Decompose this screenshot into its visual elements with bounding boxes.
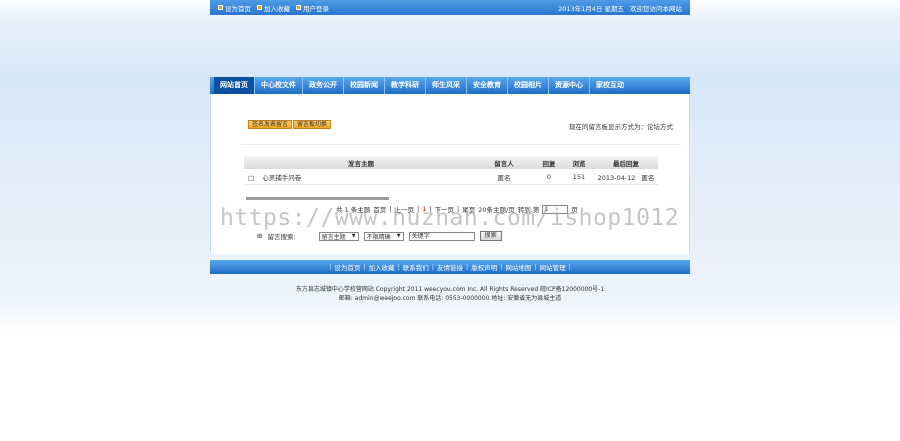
search-label: 留言搜索:: [267, 233, 296, 241]
footer-link-copyright[interactable]: 版权声明: [471, 262, 497, 272]
nav-item-resources[interactable]: 资源中心: [549, 77, 590, 94]
footer-link-contact[interactable]: 联系我们: [403, 262, 429, 272]
col-topic: 发言主题: [348, 159, 374, 168]
nav-item-teaching[interactable]: 教学科研: [385, 77, 426, 94]
nav-item-news[interactable]: 校园新闻: [344, 77, 385, 94]
user-login-link[interactable]: 用户登录: [296, 3, 329, 13]
bullet-icon: [296, 5, 301, 10]
footer-link-favorite[interactable]: 加入收藏: [369, 262, 395, 272]
nav-item-safety[interactable]: 安全教育: [467, 77, 508, 94]
divider: [241, 144, 681, 145]
bullet-icon: [257, 5, 262, 10]
scroll-indicator: [246, 197, 389, 200]
search-button[interactable]: 搜索: [479, 231, 502, 241]
top-bar: 设为首页 加入收藏 用户登录 2013年1月4日 星期五 欢迎您访问本网站: [210, 0, 690, 15]
search-input[interactable]: 关键字: [408, 231, 475, 241]
top-links: 设为首页 加入收藏 用户登录: [218, 3, 329, 13]
topic-link[interactable]: 心灵捕手问卷: [262, 174, 301, 182]
switch-board-button[interactable]: 留言板切换: [293, 120, 332, 129]
display-mode-text: 现在的留言板显示方式为：论坛方式: [569, 123, 673, 131]
watermark-text: https://www.huzhan.com/ishop1012: [220, 205, 680, 231]
row-replies: 0: [546, 172, 552, 181]
row-views: 151: [572, 172, 586, 181]
current-date: 2013年1月4日 星期五: [558, 4, 624, 13]
topic-icon: □: [248, 173, 255, 182]
footer-nav: | 设为首页 | 加入收藏 | 联系我们 | 友情链接 | 版权声明 | 网站地…: [210, 260, 690, 274]
nav-item-interaction[interactable]: 家校互动: [590, 77, 630, 94]
contact-info: 邮箱: admin@weejoo.com 联系电话: 0553-0000000 …: [338, 295, 562, 302]
nav-item-affairs[interactable]: 政务公开: [303, 77, 344, 94]
footer-link-friends[interactable]: 友情链接: [437, 262, 463, 272]
nav-item-documents[interactable]: 中心校文件: [255, 77, 303, 94]
search-field-select[interactable]: 留言主题 ▼: [318, 231, 359, 241]
post-message-button[interactable]: 签名发表留言: [248, 120, 293, 129]
welcome-text: 欢迎您访问本网站: [630, 4, 682, 13]
col-replies: 回复: [542, 159, 556, 168]
chevron-down-icon: ▼: [396, 233, 401, 239]
add-favorite-link[interactable]: 加入收藏: [257, 3, 290, 13]
table-row[interactable]: □ 心灵捕手问卷 匿名 0 151 2013-04-12 匿名: [244, 169, 658, 185]
footer-link-sitemap[interactable]: 网站地图: [505, 262, 531, 272]
footer-link-home[interactable]: 设为首页: [334, 262, 360, 272]
copyright-text: 东方县志城镇中心学校营网站 Copyright 2011 weecyou.com…: [295, 286, 605, 293]
message-table: 发言主题 留言人 回复 浏览 最后回复 □ 心灵捕手问卷 匿名 0 151 20…: [244, 156, 658, 185]
search-row: ⊞ 留言搜索: 留言主题 ▼ 不限精确 ▼ 关键字 搜索: [257, 231, 502, 241]
search-icon: ⊞: [257, 232, 263, 240]
nav-item-photos[interactable]: 校园相片: [508, 77, 549, 94]
search-mode-select[interactable]: 不限精确 ▼: [363, 231, 404, 241]
top-info: 2013年1月4日 星期五 欢迎您访问本网站: [558, 3, 682, 13]
chevron-down-icon: ▼: [351, 233, 356, 239]
set-homepage-link[interactable]: 设为首页: [218, 3, 251, 13]
bullet-icon: [218, 5, 223, 10]
row-author: 匿名: [497, 173, 511, 182]
main-nav: 网站首页 中心校文件 政务公开 校园新闻 教学科研 师生风采 安全教育 校园相片…: [210, 77, 690, 94]
col-views: 浏览: [572, 159, 586, 168]
footer-link-admin[interactable]: 网站管理: [540, 262, 566, 272]
nav-item-home[interactable]: 网站首页: [214, 77, 255, 94]
row-last-reply: 2013-04-12 匿名: [597, 173, 655, 182]
col-last-reply: 最后回复: [613, 159, 639, 168]
table-header: 发言主题 留言人 回复 浏览 最后回复: [244, 156, 658, 169]
nav-item-showcase[interactable]: 师生风采: [426, 77, 467, 94]
col-author: 留言人: [494, 159, 514, 168]
